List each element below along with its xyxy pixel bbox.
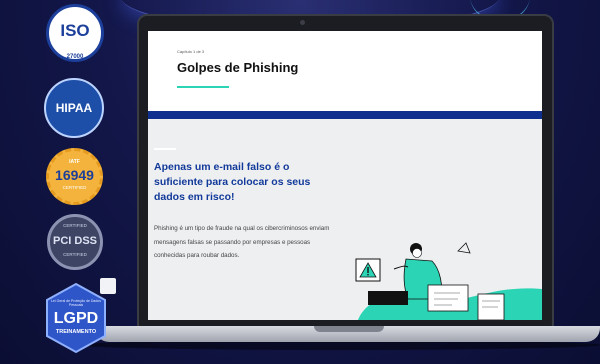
page-title: Golpes de Phishing bbox=[177, 60, 299, 75]
pci-badge-label: PCI DSS bbox=[52, 235, 97, 247]
document-icon bbox=[477, 293, 505, 320]
section-paragraph: Phishing é um tipo de fraude na qual os … bbox=[154, 225, 330, 259]
section-headline: Apenas um e-mail falso é o suficiente pa… bbox=[154, 161, 311, 203]
pci-badge-top: CERTIFIED bbox=[63, 223, 87, 228]
section-dash bbox=[154, 148, 176, 150]
lgpd-badge-sub: TREINAMENTO bbox=[55, 329, 97, 335]
lgpd-badge-label: LGPD bbox=[53, 310, 99, 327]
camera-icon bbox=[300, 20, 305, 25]
phishing-illustration bbox=[355, 242, 542, 320]
pci-badge-sub: CERTIFIED bbox=[63, 252, 87, 257]
hipaa-badge-label: HIPAA bbox=[55, 101, 93, 115]
pci-dss-badge: CERTIFIED PCI DSS CERTIFIED bbox=[47, 214, 103, 270]
iso-badge-label: ISO bbox=[60, 21, 90, 40]
iso-badge-sub: 27000 bbox=[66, 54, 84, 60]
iatf-badge-label: 16949 bbox=[55, 167, 94, 183]
title-underline bbox=[177, 86, 229, 88]
laptop-notch bbox=[314, 326, 384, 332]
iso-badge: ISO 27000 bbox=[46, 4, 104, 62]
course-header: Capítulo 1 de 3 Golpes de Phishing bbox=[148, 31, 542, 111]
iatf-badge: IATF 16949 CERTIFIED bbox=[46, 148, 103, 205]
lgpd-badge: Lei Geral de Proteção de Dados Pessoais … bbox=[44, 282, 108, 354]
iatf-badge-top: IATF bbox=[69, 159, 80, 165]
section-divider bbox=[148, 111, 542, 119]
iatf-badge-sub: CERTIFIED bbox=[62, 185, 87, 190]
warning-icon bbox=[355, 258, 381, 282]
lgpd-badge-top: Lei Geral de Proteção de Dados Pessoais bbox=[50, 299, 101, 307]
chapter-label: Capítulo 1 de 3 bbox=[177, 49, 205, 54]
hipaa-badge: HIPAA bbox=[44, 78, 104, 138]
laptop-screen: Capítulo 1 de 3 Golpes de Phishing Apena… bbox=[148, 31, 542, 320]
content-section: Apenas um e-mail falso é o suficiente pa… bbox=[148, 119, 542, 320]
